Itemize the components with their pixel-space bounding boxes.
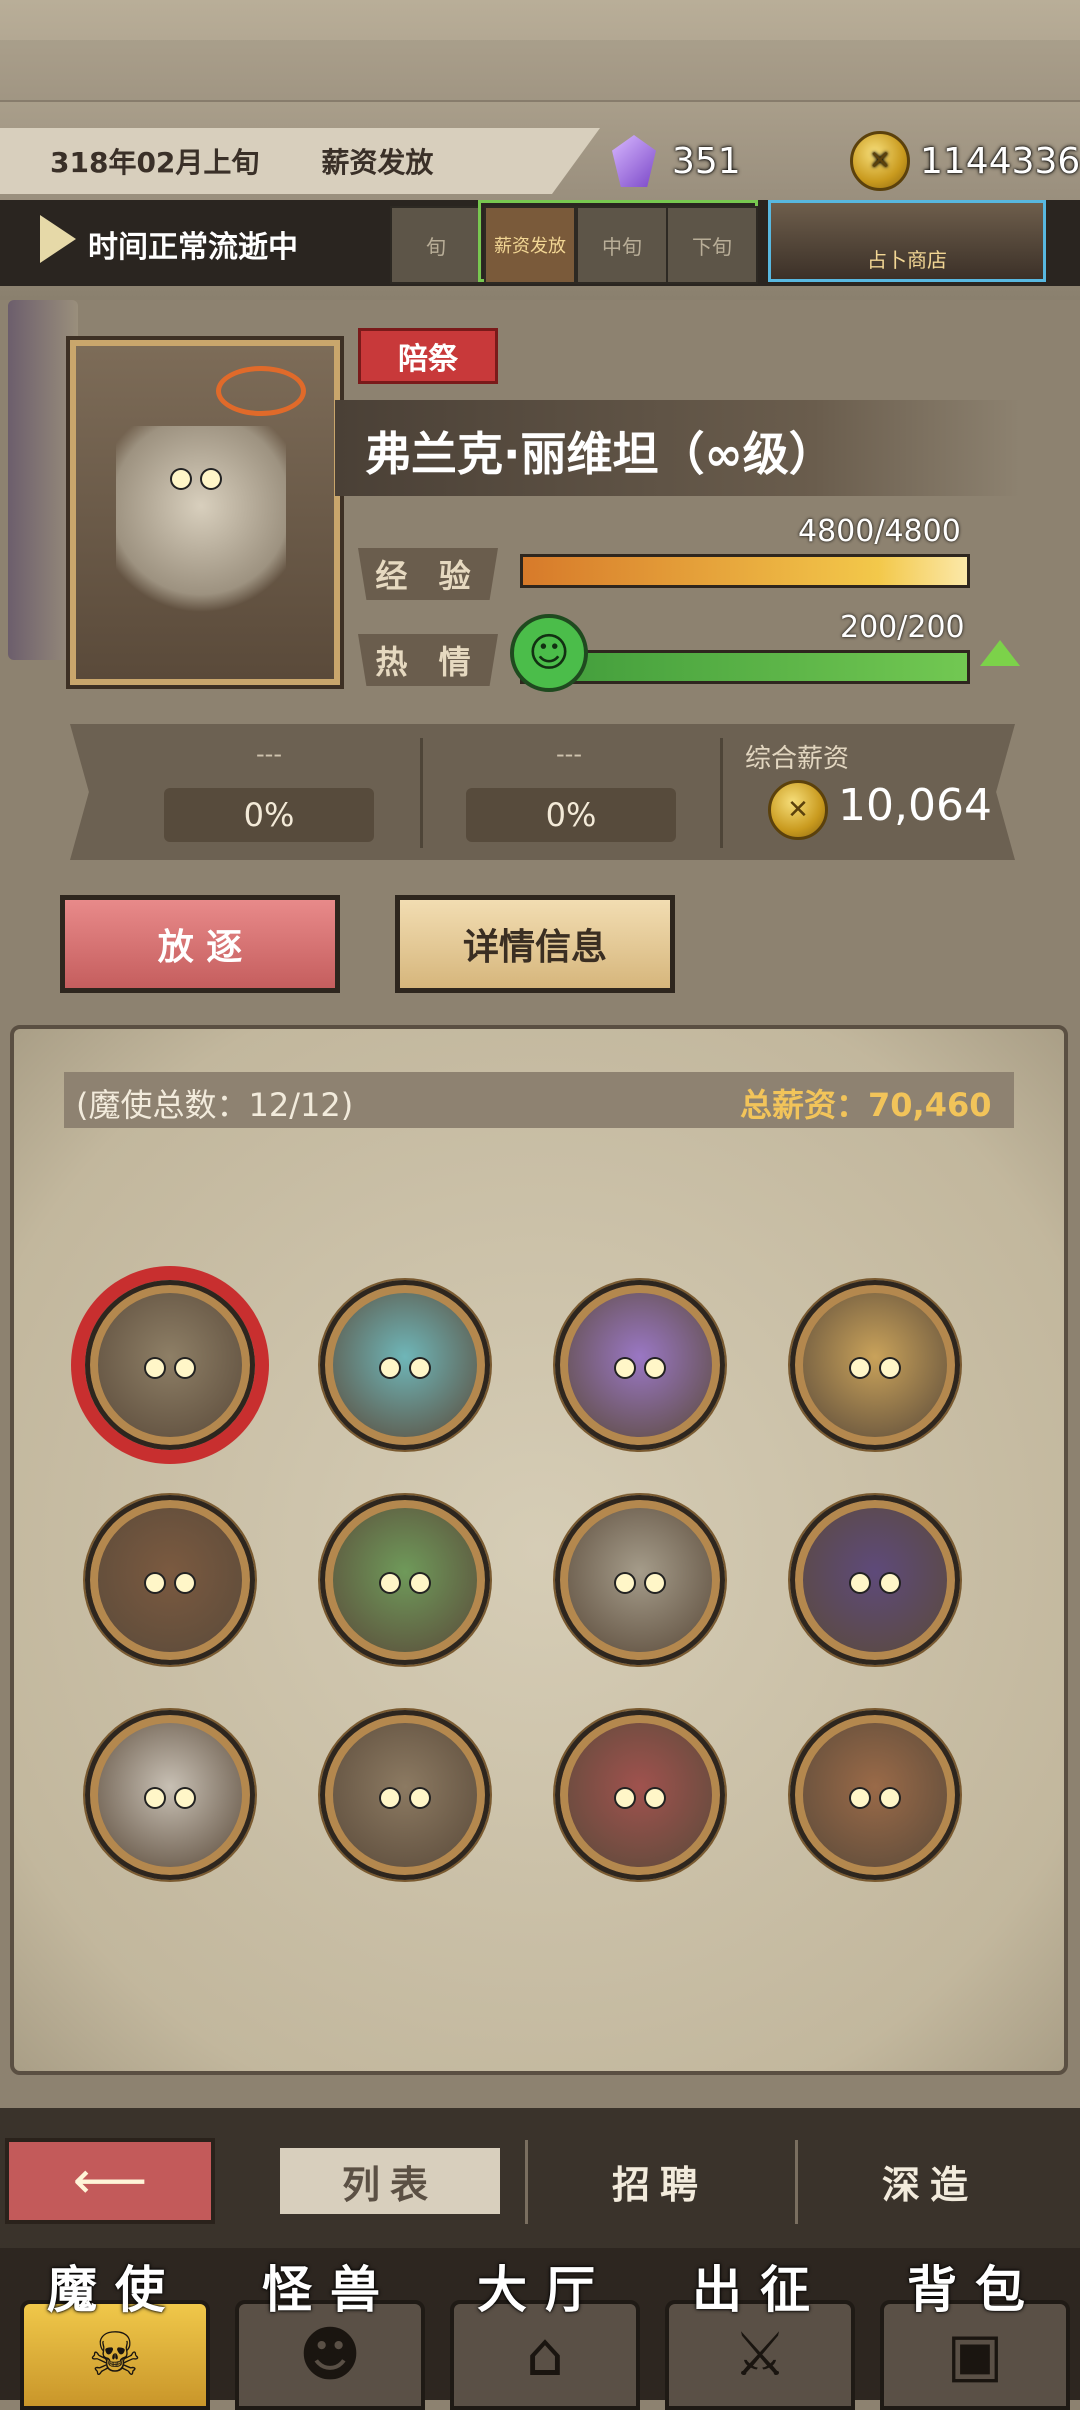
nav-label-monster: 怪兽 [262, 2261, 398, 2319]
coin-icon: ✕ [850, 131, 910, 191]
slot-1-percent[interactable]: 0% [164, 788, 374, 842]
avatar-eyes [851, 1574, 899, 1602]
crystal-icon [612, 135, 656, 187]
subtab-divider-2 [795, 2140, 798, 2224]
slot-1-dash: --- [256, 740, 282, 768]
passion-value: 200/200 [840, 610, 965, 645]
slot-divider-2 [720, 738, 723, 848]
portrait-figure [116, 426, 286, 626]
roster-count: (魔使总数：12/12) [76, 1086, 354, 1124]
avatar-eyes [146, 1574, 194, 1602]
exp-label: 经 验 [358, 548, 498, 600]
slot-2-percent[interactable]: 0% [466, 788, 676, 842]
roster-avatar-7[interactable] [555, 1495, 725, 1665]
date-text: 318年02月上旬 [50, 146, 260, 179]
event-text: 薪资发放 [321, 146, 434, 179]
nav-label-expedition: 出征 [692, 2261, 828, 2319]
role-badge: 陪祭 [358, 328, 498, 384]
avatar-eyes [616, 1789, 664, 1817]
passion-bar-fill [523, 653, 967, 681]
exp-bar-fill [523, 557, 967, 585]
salary-coin-icon: ✕ [768, 780, 828, 840]
back-button[interactable]: ⟵ [5, 2138, 215, 2224]
play-icon[interactable] [40, 215, 76, 263]
coin-value: 1144336 [920, 140, 1080, 182]
nav-label-hall: 大厅 [477, 2261, 613, 2319]
skull-icon: ☠ [88, 2320, 142, 2390]
roster-avatar-6[interactable] [320, 1495, 490, 1665]
roster-avatar-4[interactable] [790, 1280, 960, 1450]
salary-value: 10,064 [838, 780, 992, 831]
avatar-eyes [616, 1359, 664, 1387]
shop-label: 占卜商店 [867, 248, 947, 272]
nav-label-bag: 背包 [907, 2261, 1043, 2319]
helmet-icon: ⚔ [733, 2320, 787, 2390]
arrow-left-icon: ⟵ [72, 2151, 148, 2211]
roster-avatar-8[interactable] [790, 1495, 960, 1665]
portrait-halo [216, 366, 306, 416]
roster-avatar-1[interactable] [85, 1280, 255, 1450]
crystal-counter[interactable]: 351 [612, 132, 741, 190]
character-portrait[interactable] [70, 340, 340, 685]
crystal-value: 351 [672, 140, 741, 182]
avatar-eyes [851, 1359, 899, 1387]
slot-divider-1 [420, 738, 423, 848]
tab-recruit[interactable]: 招聘 [550, 2148, 770, 2214]
side-avatars-strip [8, 300, 78, 660]
portrait-eyes [172, 470, 220, 498]
roster-avatar-12[interactable] [790, 1710, 960, 1880]
roster-avatar-10[interactable] [320, 1710, 490, 1880]
exp-bar [520, 554, 970, 588]
phase-payday[interactable]: 薪资发放 [484, 206, 576, 284]
nav-label-envoy: 魔使 [47, 2261, 183, 2319]
phase-mid[interactable]: 中旬 [576, 206, 668, 284]
roster-avatar-9[interactable] [85, 1710, 255, 1880]
passion-label: 热 情 [358, 634, 498, 686]
arrow-up-icon [980, 640, 1020, 666]
character-name: 弗兰克·丽维坦（∞级） [365, 427, 835, 481]
roster-avatar-11[interactable] [555, 1710, 725, 1880]
exile-button[interactable]: 放 逐 [60, 895, 340, 993]
exp-value: 4800/4800 [798, 514, 961, 549]
avatar-eyes [146, 1359, 194, 1387]
slot-2-dash: --- [556, 740, 582, 768]
bag-icon: ▣ [946, 2320, 1004, 2390]
avatar-eyes [851, 1789, 899, 1817]
roster-avatar-2[interactable] [320, 1280, 490, 1450]
avatar-eyes [146, 1789, 194, 1817]
time-status: 时间正常流逝中 [88, 230, 298, 265]
phase-late[interactable]: 下旬 [666, 206, 758, 284]
phase-early[interactable]: 旬 [390, 206, 482, 284]
coin-counter[interactable]: ✕ 1144336 [850, 131, 1080, 191]
avatar-eyes [616, 1574, 664, 1602]
avatar-eyes [381, 1574, 429, 1602]
monster-icon: ☻ [298, 2320, 362, 2390]
top-decor-ribbon [0, 40, 1080, 102]
roster-avatar-5[interactable] [85, 1495, 255, 1665]
roster-total-salary: 总薪资：70,460 [740, 1086, 992, 1124]
avatar-eyes [381, 1359, 429, 1387]
salary-label: 综合薪资 [745, 744, 850, 774]
roster-avatar-3[interactable] [555, 1280, 725, 1450]
subtab-divider-1 [525, 2140, 528, 2224]
details-button[interactable]: 详情信息 [395, 895, 675, 993]
fortune-shop-button[interactable]: 占卜商店 [768, 200, 1046, 282]
smile-face-icon: ☺ [510, 614, 588, 692]
avatar-eyes [381, 1789, 429, 1817]
tab-list[interactable]: 列表 [280, 2148, 500, 2214]
date-bar: 318年02月上旬 薪资发放 [0, 128, 600, 194]
tab-forge[interactable]: 深造 [820, 2148, 1040, 2214]
hall-icon: ⌂ [525, 2320, 565, 2390]
